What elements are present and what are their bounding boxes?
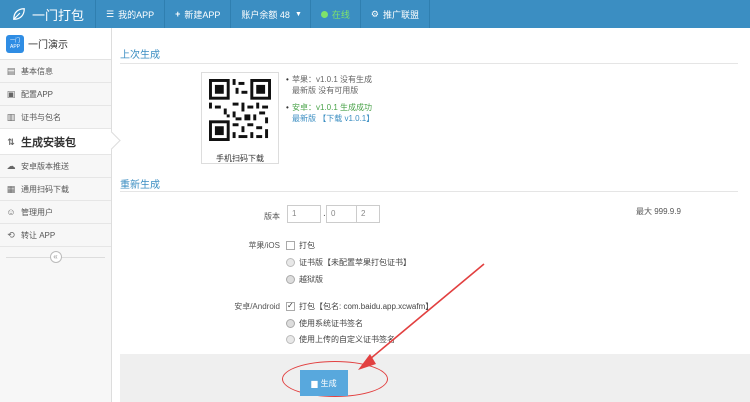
- sidebar-item-basic-info[interactable]: ▤ 基本信息: [0, 60, 111, 83]
- sidebar-item-label: 安卓版本推送: [21, 161, 69, 171]
- sidebar-item-android-push[interactable]: ☁ 安卓版本推送: [0, 155, 111, 178]
- version-major-input[interactable]: 1: [287, 205, 321, 223]
- ios-latest-line: 最新版 没有可用版: [292, 86, 359, 95]
- brand-name: 一门打包: [32, 7, 85, 23]
- android-pack-label: 打包【包名: com.baidu.app.xcwafm】: [299, 302, 434, 311]
- action-bar: [120, 354, 750, 402]
- ios-status-line: 苹果：v1.0.1 没有生成: [292, 75, 373, 84]
- online-dot-icon: [320, 10, 328, 18]
- ads-link[interactable]: ⚙ 推广联盟: [361, 0, 430, 28]
- ads-label: 推广联盟: [382, 9, 419, 20]
- generate-label: 生成: [320, 378, 337, 388]
- android-label: 安卓/Android: [234, 302, 280, 311]
- sidebar-item-transfer[interactable]: ⟲ 转让 APP: [0, 224, 111, 247]
- sidebar-item-users[interactable]: ☺ 管理用户: [0, 201, 111, 224]
- main-content: 上次生成 手机扫码下载 • 苹果：v1.0.1 没有生成 最新版 没有可用版 •…: [112, 28, 750, 402]
- app-logo: 一门 APP: [6, 34, 24, 53]
- sidebar-collapse[interactable]: «: [0, 250, 111, 264]
- android-status: • 安卓：v1.0.1 生成成功 最新版 【下载 v1.0.1】: [286, 102, 374, 124]
- plus-icon: +: [175, 9, 181, 19]
- sidebar-item-label: 管理用户: [21, 207, 53, 217]
- sidebar-item-label: 生成安装包: [21, 136, 76, 149]
- transfer-icon: ⟲: [7, 230, 15, 240]
- collapse-icon[interactable]: «: [49, 251, 62, 263]
- qr-code-card: 手机扫码下载: [201, 72, 279, 164]
- ios-status: • 苹果：v1.0.1 没有生成 最新版 没有可用版: [286, 74, 373, 96]
- android-custom-sign-radio[interactable]: 使用上传的自定义证书签名: [286, 334, 395, 345]
- sidebar-item-label: 基本信息: [21, 66, 53, 76]
- ios-pack-checkbox[interactable]: 打包: [286, 240, 315, 251]
- caret-down-icon: ▼: [294, 10, 302, 18]
- checkbox-icon[interactable]: [286, 241, 295, 250]
- sidebar-item-label: 证书与包名: [21, 112, 61, 122]
- new-app-label: 新建APP: [184, 9, 221, 20]
- android-custom-sign-label: 使用上传的自定义证书签名: [299, 335, 395, 344]
- build-icon: ⇅: [7, 136, 15, 147]
- android-status-line: 安卓：v1.0.1 生成成功: [292, 103, 373, 112]
- sidebar-item-certificate[interactable]: ▥ 证书与包名: [0, 106, 111, 129]
- sidebar-item-label: 转让 APP: [21, 230, 56, 240]
- qr-caption: 手机扫码下载: [216, 154, 264, 163]
- qr-code-image: [209, 79, 271, 141]
- android-pack-checkbox[interactable]: 打包【包名: com.baidu.app.xcwafm】: [286, 301, 433, 312]
- balance-label: 账户余额 48: [241, 9, 290, 20]
- ios-label: 苹果/iOS: [248, 241, 280, 250]
- bullet-icon: •: [286, 103, 289, 112]
- sidebar-item-label: 通用扫码下载: [21, 184, 69, 194]
- checkbox-checked-icon[interactable]: [286, 301, 295, 311]
- generate-button[interactable]: ▆ 生成: [300, 370, 348, 396]
- ios-pack-label: 打包: [299, 241, 315, 250]
- online-status: 在线: [311, 0, 361, 28]
- app-name: 一门演示: [28, 40, 68, 51]
- qrcode-icon: ▦: [6, 184, 16, 194]
- ios-jailbreak-label: 越狱版: [299, 275, 323, 284]
- ios-cert-label: 证书版【未配置苹果打包证书】: [299, 258, 411, 267]
- menu-icon: ☰: [106, 8, 115, 19]
- sidebar-item-config[interactable]: ▣ 配置APP: [0, 83, 111, 106]
- balance-dropdown[interactable]: 账户余额 48 ▼: [231, 0, 311, 28]
- rebuild-title: 重新生成: [120, 180, 160, 191]
- save-icon: ▆: [311, 378, 318, 388]
- ios-jailbreak-radio[interactable]: 越狱版: [286, 274, 323, 285]
- sidebar-item-qr-download[interactable]: ▦ 通用扫码下载: [0, 178, 111, 201]
- version-minor-input[interactable]: 0: [326, 205, 360, 223]
- max-version-note: 最大 999.9.9: [636, 207, 681, 216]
- my-app-label: 我的APP: [118, 9, 155, 20]
- radio-icon[interactable]: [286, 319, 295, 328]
- new-app-link[interactable]: + 新建APP: [165, 0, 232, 28]
- divider: [120, 63, 738, 64]
- info-icon: ▤: [6, 66, 16, 76]
- cloud-icon: ☁: [6, 161, 16, 171]
- user-icon: ☺: [6, 207, 16, 217]
- bullet-icon: •: [286, 75, 289, 84]
- version-label: 版本: [264, 212, 280, 221]
- config-icon: ▣: [6, 89, 16, 99]
- leaf-logo-icon: [13, 8, 25, 20]
- top-navbar: 一门打包 ☰ 我的APP + 新建APP 账户余额 48 ▼ 在线 ⚙ 推广联盟: [0, 0, 750, 28]
- ios-cert-radio[interactable]: 证书版【未配置苹果打包证书】: [286, 257, 411, 268]
- android-latest-label: 最新版: [292, 114, 319, 123]
- android-sys-sign-label: 使用系统证书签名: [299, 319, 363, 328]
- radio-icon[interactable]: [286, 258, 295, 267]
- android-download-link[interactable]: 【下载 v1.0.1】: [318, 114, 374, 123]
- radio-icon[interactable]: [286, 275, 295, 284]
- android-sys-sign-radio[interactable]: 使用系统证书签名: [286, 318, 363, 329]
- sidebar: 一门 APP 一门演示 ▤ 基本信息 ▣ 配置APP ▥ 证书与包名 ⇅ 生成安…: [0, 28, 112, 402]
- app-header: 一门 APP 一门演示: [0, 28, 111, 60]
- online-label: 在线: [331, 9, 350, 20]
- sidebar-item-label: 配置APP: [21, 89, 54, 99]
- brand[interactable]: 一门打包: [0, 0, 96, 28]
- radio-icon[interactable]: [286, 335, 295, 344]
- version-patch-input[interactable]: 2: [356, 205, 380, 223]
- certificate-icon: ▥: [6, 112, 16, 122]
- sidebar-item-build[interactable]: ⇅ 生成安装包: [0, 129, 111, 155]
- my-app-link[interactable]: ☰ 我的APP: [96, 0, 166, 28]
- settings-icon: ⚙: [370, 8, 379, 19]
- divider: [120, 191, 738, 192]
- last-build-title: 上次生成: [120, 50, 160, 61]
